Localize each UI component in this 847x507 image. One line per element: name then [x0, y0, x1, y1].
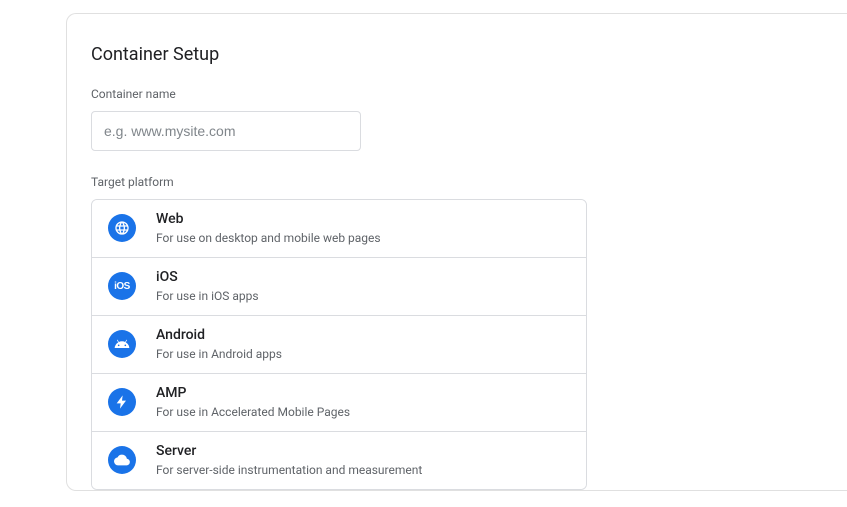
platform-title: Server — [156, 442, 422, 460]
platform-desc: For use in iOS apps — [156, 288, 259, 305]
platform-desc: For use in Android apps — [156, 346, 282, 363]
amp-icon — [108, 388, 136, 416]
platform-desc: For use in Accelerated Mobile Pages — [156, 404, 350, 421]
platform-title: AMP — [156, 384, 350, 402]
target-platform-section: Target platform Web For use on desktop a… — [91, 175, 823, 490]
platform-text: Server For server-side instrumentation a… — [156, 442, 422, 479]
platform-desc: For server-side instrumentation and meas… — [156, 462, 422, 479]
platform-option-android[interactable]: Android For use in Android apps — [92, 316, 586, 374]
platform-text: Web For use on desktop and mobile web pa… — [156, 210, 381, 247]
container-name-label: Container name — [91, 87, 823, 101]
cloud-icon — [108, 446, 136, 474]
platform-title: Web — [156, 210, 381, 228]
platform-title: iOS — [156, 268, 259, 286]
android-icon — [108, 330, 136, 358]
container-setup-panel: Container Setup Container name Target pl… — [66, 13, 847, 491]
platform-text: AMP For use in Accelerated Mobile Pages — [156, 384, 350, 421]
platform-text: Android For use in Android apps — [156, 326, 282, 363]
platform-option-web[interactable]: Web For use on desktop and mobile web pa… — [92, 200, 586, 258]
platform-title: Android — [156, 326, 282, 344]
platform-list: Web For use on desktop and mobile web pa… — [91, 199, 587, 490]
page-title: Container Setup — [91, 44, 823, 65]
platform-option-server[interactable]: Server For server-side instrumentation a… — [92, 432, 586, 489]
platform-option-ios[interactable]: iOS iOS For use in iOS apps — [92, 258, 586, 316]
globe-icon — [108, 214, 136, 242]
ios-icon: iOS — [108, 272, 136, 300]
platform-option-amp[interactable]: AMP For use in Accelerated Mobile Pages — [92, 374, 586, 432]
container-name-input[interactable] — [91, 111, 361, 151]
target-platform-label: Target platform — [91, 175, 823, 189]
platform-desc: For use on desktop and mobile web pages — [156, 230, 381, 247]
platform-text: iOS For use in iOS apps — [156, 268, 259, 305]
